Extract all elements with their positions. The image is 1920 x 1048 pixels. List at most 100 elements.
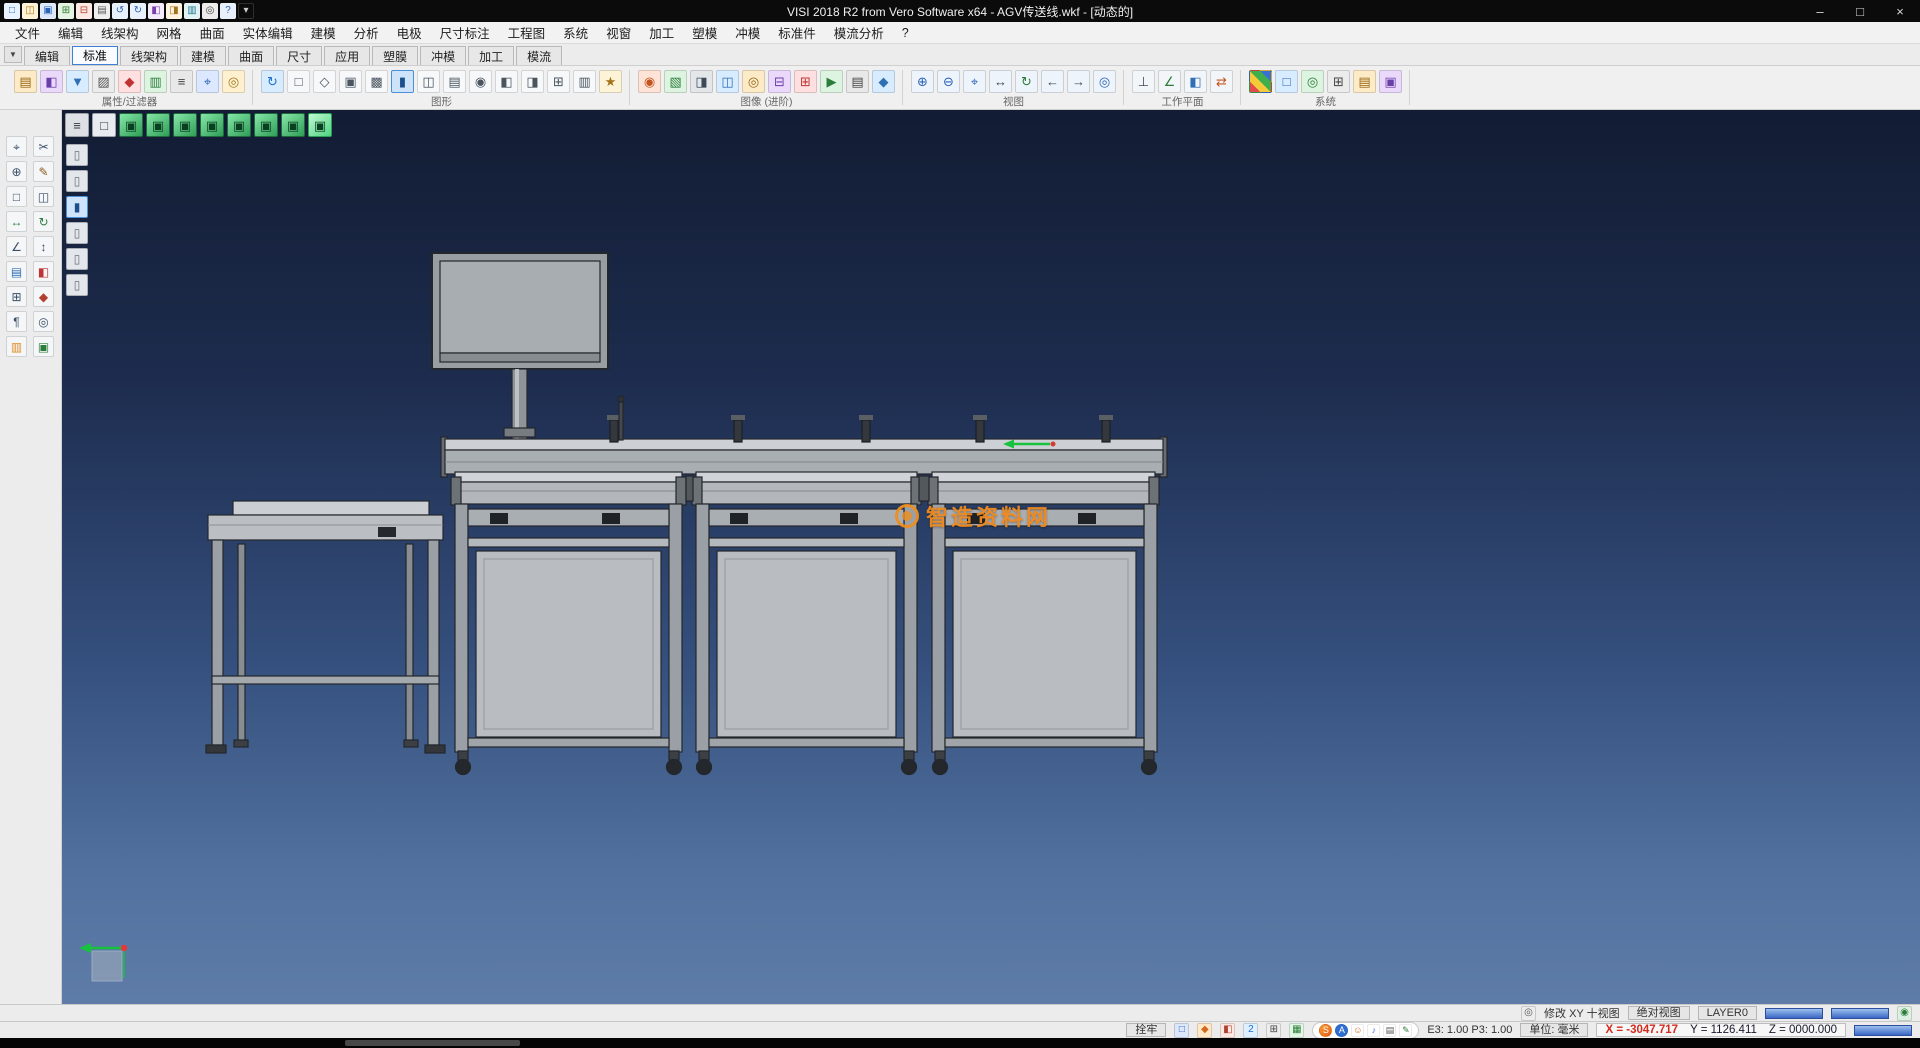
- texture-icon[interactable]: ▧: [664, 70, 687, 93]
- system-display-icon[interactable]: □: [1275, 70, 1298, 93]
- menu-item-15[interactable]: 塑模: [683, 22, 726, 44]
- quick-select-icon[interactable]: ⌖: [196, 70, 219, 93]
- pan-icon[interactable]: ↔: [989, 70, 1012, 93]
- snapshot-icon[interactable]: ▤: [846, 70, 869, 93]
- view-dynamic-icon[interactable]: ▣: [308, 113, 332, 137]
- menu-item-4[interactable]: 网格: [148, 22, 191, 44]
- ghost-icon[interactable]: ◫: [417, 70, 440, 93]
- trim-icon[interactable]: ✂: [33, 136, 54, 157]
- export-icon[interactable]: ⊟: [76, 3, 92, 19]
- preview-icon[interactable]: ◎: [33, 311, 54, 332]
- section-reset-icon[interactable]: ▯: [66, 274, 88, 296]
- workplane-standard-icon[interactable]: ⊥: [1132, 70, 1155, 93]
- minimize-button[interactable]: –: [1800, 0, 1840, 22]
- ime-toolbox-icon[interactable]: ✎: [1399, 1024, 1412, 1037]
- ime-keyboard-icon[interactable]: ▤: [1383, 1024, 1396, 1037]
- single-view-icon[interactable]: □: [92, 113, 116, 137]
- tab-2[interactable]: 标准: [72, 46, 118, 65]
- rectangle-tool-icon[interactable]: □: [6, 186, 27, 207]
- viewport-menu-icon[interactable]: ≡: [65, 113, 89, 137]
- view-top-icon[interactable]: ▣: [173, 113, 197, 137]
- smooth-icon[interactable]: ◉: [469, 70, 492, 93]
- menu-item-14[interactable]: 加工: [640, 22, 683, 44]
- status-palette-icon[interactable]: ◧: [1220, 1023, 1235, 1038]
- view-bottom-icon[interactable]: ▣: [281, 113, 305, 137]
- status-render-icon[interactable]: ▦: [1289, 1023, 1304, 1038]
- shaded-icon[interactable]: ▣: [339, 70, 362, 93]
- dimension-icon[interactable]: ↕: [33, 236, 54, 257]
- background-icon[interactable]: ▥: [573, 70, 596, 93]
- zoom-in-icon[interactable]: ⊕: [911, 70, 934, 93]
- new-file-icon[interactable]: □: [4, 3, 20, 19]
- select-icon[interactable]: ⌖: [6, 136, 27, 157]
- layers-icon[interactable]: ▥: [184, 3, 200, 19]
- tab-7[interactable]: 应用: [324, 46, 370, 65]
- plot-icon[interactable]: ▥: [6, 336, 27, 357]
- menu-item-12[interactable]: 系统: [554, 22, 597, 44]
- archive-icon[interactable]: ▣: [33, 336, 54, 357]
- tab-6[interactable]: 尺寸: [276, 46, 322, 65]
- explode-view-icon[interactable]: ⊞: [794, 70, 817, 93]
- shadow-icon[interactable]: ◨: [690, 70, 713, 93]
- menu-item-1[interactable]: 文件: [6, 22, 49, 44]
- rotate-view-icon[interactable]: ↻: [1015, 70, 1038, 93]
- tab-1[interactable]: 编辑: [24, 46, 70, 65]
- system-grid-icon[interactable]: ⊞: [1327, 70, 1350, 93]
- menu-item-8[interactable]: 分析: [345, 22, 388, 44]
- system-chip-icon[interactable]: ▣: [1379, 70, 1402, 93]
- section-x-icon[interactable]: ▯: [66, 144, 88, 166]
- close-button[interactable]: ×: [1880, 0, 1920, 22]
- menu-item-17[interactable]: 标准件: [769, 22, 825, 44]
- active-shading-icon[interactable]: ▮: [391, 70, 414, 93]
- ambient-icon[interactable]: ◎: [742, 70, 765, 93]
- view-isometric-icon[interactable]: ▣: [119, 113, 143, 137]
- status-theme-icon[interactable]: ◉: [1897, 1006, 1912, 1021]
- menu-item-2[interactable]: 编辑: [49, 22, 92, 44]
- move-tool-icon[interactable]: ↔: [6, 211, 27, 232]
- quick-access-caret-icon[interactable]: ▾: [238, 3, 254, 19]
- menu-item-11[interactable]: 工程图: [499, 22, 555, 44]
- tab-3[interactable]: 线架构: [120, 46, 178, 65]
- measure-icon[interactable]: ∠: [6, 236, 27, 257]
- settings-icon[interactable]: ◎: [202, 3, 218, 19]
- menu-item-6[interactable]: 实体编辑: [234, 22, 302, 44]
- tab-11[interactable]: 模流: [516, 46, 562, 65]
- print-icon[interactable]: ▤: [94, 3, 110, 19]
- help-icon[interactable]: ?: [220, 3, 236, 19]
- ime-mode-icon[interactable]: A: [1335, 1024, 1348, 1037]
- isolate-icon[interactable]: ◎: [222, 70, 245, 93]
- filter-color-icon[interactable]: ◆: [118, 70, 141, 93]
- explode-icon[interactable]: ◆: [33, 286, 54, 307]
- menu-item-19[interactable]: ?: [893, 22, 918, 44]
- color-panel-icon[interactable]: ◧: [33, 261, 54, 282]
- maximize-button[interactable]: □: [1840, 0, 1880, 22]
- snap-point-icon[interactable]: ⊕: [6, 161, 27, 182]
- filter-layer-icon[interactable]: ▥: [144, 70, 167, 93]
- workplane-angle-icon[interactable]: ∠: [1158, 70, 1181, 93]
- layers-panel-icon[interactable]: ▤: [6, 261, 27, 282]
- workplane-swap-icon[interactable]: ⇄: [1210, 70, 1233, 93]
- undo-icon[interactable]: ↺: [112, 3, 128, 19]
- view-reference-button[interactable]: 绝对视图: [1628, 1006, 1690, 1020]
- wireframe-icon[interactable]: □: [287, 70, 310, 93]
- redo-icon[interactable]: ↻: [130, 3, 146, 19]
- menu-item-7[interactable]: 建模: [302, 22, 345, 44]
- attributes-icon[interactable]: ▤: [14, 70, 37, 93]
- zoom-out-icon[interactable]: ⊖: [937, 70, 960, 93]
- tab-4[interactable]: 建模: [180, 46, 226, 65]
- materials-icon[interactable]: ★: [599, 70, 622, 93]
- group-icon[interactable]: ⊞: [6, 286, 27, 307]
- filter-linetype-icon[interactable]: ≡: [170, 70, 193, 93]
- view-front-icon[interactable]: ▣: [146, 113, 170, 137]
- paste-icon[interactable]: ◨: [166, 3, 182, 19]
- rotate-tool-icon[interactable]: ↻: [33, 211, 54, 232]
- section-z-icon[interactable]: ▯: [66, 222, 88, 244]
- import-icon[interactable]: ⊞: [58, 3, 74, 19]
- menu-item-10[interactable]: 尺寸标注: [431, 22, 499, 44]
- filter-mask-icon[interactable]: ▨: [92, 70, 115, 93]
- annotation-icon[interactable]: ¶: [6, 311, 27, 332]
- advanced-render-icon[interactable]: ◉: [638, 70, 661, 93]
- view-left-icon[interactable]: ▣: [227, 113, 251, 137]
- ime-voice-icon[interactable]: ♪: [1367, 1024, 1380, 1037]
- section-active-icon[interactable]: ▮: [66, 196, 88, 218]
